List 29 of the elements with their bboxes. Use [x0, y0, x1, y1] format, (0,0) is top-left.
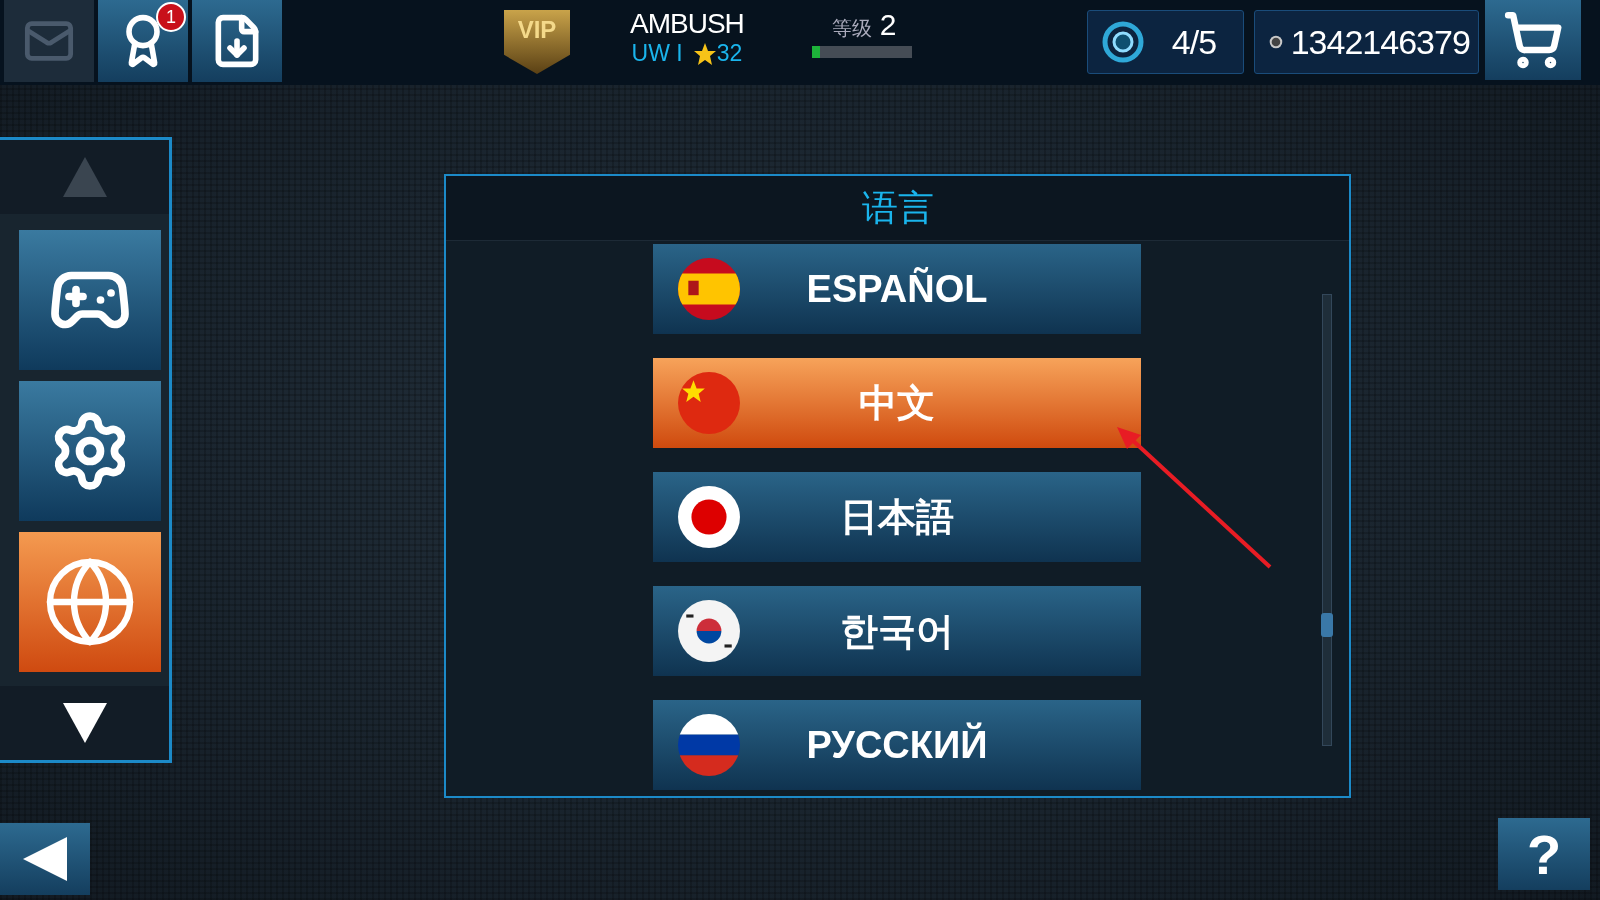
flag-icon [678, 714, 740, 776]
level-value: 2 [879, 8, 897, 42]
sidebar-tab[interactable] [19, 230, 161, 370]
down-triangle-icon [62, 703, 107, 743]
left-triangle-icon [23, 837, 67, 881]
cart-icon [1502, 10, 1563, 70]
star-count: 32 [716, 40, 743, 67]
star-icon [692, 41, 717, 66]
language-option[interactable]: 日本語 [653, 472, 1141, 562]
up-triangle-icon [62, 157, 107, 197]
shop-cart-button[interactable] [1484, 0, 1581, 80]
vip-badge: VIP [504, 10, 570, 74]
energy-value: 4/5 [1171, 22, 1217, 62]
scrollbar[interactable] [1322, 294, 1332, 746]
achievements-button[interactable]: 1 [98, 0, 188, 82]
energy-icon [1101, 21, 1144, 63]
level-label: 等级 [831, 16, 872, 41]
help-button[interactable]: ? [1498, 818, 1590, 890]
notification-badge: 1 [156, 2, 186, 32]
language-option[interactable]: ESPAÑOL [653, 244, 1141, 334]
back-button[interactable] [0, 823, 90, 895]
language-option[interactable]: 한국어 [653, 586, 1141, 676]
language-option[interactable]: РУССКИЙ [653, 700, 1141, 790]
player-name: AMBUSH [630, 8, 744, 40]
download-button[interactable] [192, 0, 282, 82]
sidebar-tab[interactable] [19, 381, 161, 521]
clan-tag: UW I [631, 40, 683, 67]
coin-value: 1342146379 [1290, 22, 1470, 62]
dialog-title: 语言 [861, 185, 934, 230]
